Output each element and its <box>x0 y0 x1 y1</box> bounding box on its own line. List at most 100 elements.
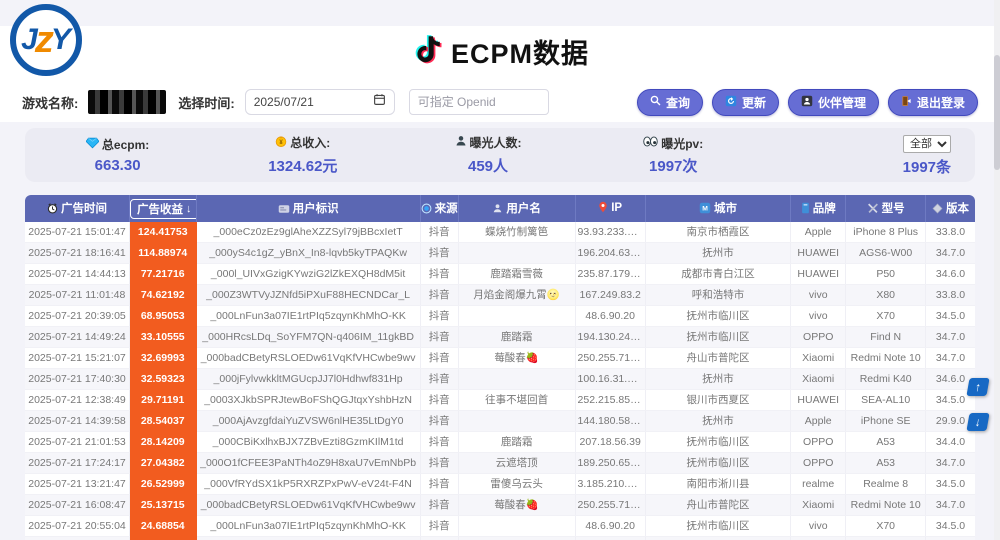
cell-brand: realme <box>791 474 846 495</box>
date-input[interactable]: 2025/07/21 <box>245 89 395 115</box>
cell-source: 抖音 <box>420 537 458 540</box>
column-header-ad_revenue[interactable]: 广告收益↓ <box>130 195 197 222</box>
cell-model: A53 <box>846 453 926 474</box>
table-row: 2025-07-21 17:24:1727.04382_000O1fCFEE3P… <box>25 453 975 474</box>
cell-ad_time: 2025-07-21 13:21:47 <box>25 474 130 495</box>
cell-version: 34.5.0 <box>926 306 975 327</box>
cell-username: 云遮塔顶 <box>458 453 575 474</box>
cell-ad_revenue: 25.13715 <box>130 495 197 516</box>
range-select[interactable]: 全部 <box>903 135 951 153</box>
table-row: 2025-07-21 13:21:4726.52999_000VfRYdSX1k… <box>25 474 975 495</box>
logout-button[interactable]: 退出登录 <box>888 89 978 116</box>
source-icon <box>421 203 432 217</box>
page-title-wrap: ECPM数据 <box>0 32 1000 71</box>
cell-brand: Apple <box>791 411 846 432</box>
cell-city: 抚州市临川区 <box>645 306 790 327</box>
cell-version: 34.6.0 <box>926 264 975 285</box>
jzy-logo: J z Y <box>10 4 82 76</box>
cell-ip: 235.87.179.109 <box>575 264 645 285</box>
cell-username <box>458 243 575 264</box>
column-label: IP <box>611 202 622 214</box>
cell-ad_time: 2025-07-21 21:01:53 <box>25 432 130 453</box>
revenue-sort-control[interactable]: 广告收益↓ <box>130 199 196 219</box>
refresh-button[interactable]: 更新 <box>712 89 779 116</box>
cell-ad_time: 2025-07-21 15:53:20 <box>25 537 130 540</box>
cell-brand: OPPO <box>791 453 846 474</box>
cell-source: 抖音 <box>420 432 458 453</box>
cell-model: AGS6-W00 <box>846 243 926 264</box>
cell-ip: 196.204.63.48 <box>575 243 645 264</box>
cell-ad_revenue: 29.71191 <box>130 390 197 411</box>
scroll-bottom-button[interactable]: ↓ <box>966 413 989 431</box>
cell-version: 34.7.0 <box>926 327 975 348</box>
stat-value: 663.30 <box>25 157 210 174</box>
cell-username: 雷傻乌云头 <box>458 474 575 495</box>
cell-model: Realme 8 <box>846 474 926 495</box>
openid-input[interactable] <box>409 89 549 115</box>
table-row: 2025-07-21 18:16:41114.88974_000yS4c1gZ_… <box>25 243 975 264</box>
table-body: 2025-07-21 15:01:47124.41753_000eCz0zEz9… <box>25 222 975 540</box>
column-header-username: 用户名 <box>458 195 575 222</box>
page-scrollbar[interactable] <box>994 0 1000 540</box>
table-row: 2025-07-21 14:49:2433.10555_000HRcsLDq_S… <box>25 327 975 348</box>
cell-model: SEA-AL10 <box>846 390 926 411</box>
partner-manage-button[interactable]: 伙伴管理 <box>788 89 879 116</box>
gem-icon <box>86 137 99 152</box>
query-button[interactable]: 查询 <box>637 89 703 116</box>
cell-source: 抖音 <box>420 327 458 348</box>
clock-icon <box>47 203 58 217</box>
cell-ip: 167.249.83.2 <box>575 285 645 306</box>
cell-source: 抖音 <box>420 474 458 495</box>
column-label: 广告时间 <box>61 203 107 215</box>
cell-user_id: _000LnFun3a07IE1rtPIq5zqynKhMhO-KK <box>196 516 420 537</box>
cell-ad_time: 2025-07-21 20:55:04 <box>25 516 130 537</box>
cell-version: 34.7.0 <box>926 495 975 516</box>
cell-ad_time: 2025-07-21 14:49:24 <box>25 327 130 348</box>
cell-ip: 250.255.71.44 <box>575 537 645 540</box>
cell-ip: 48.6.90.20 <box>575 306 645 327</box>
cell-user_id: _000l_UIVxGzigKYwziG2lZkEXQH8dM5it <box>196 264 420 285</box>
cell-ad_revenue: 77.21716 <box>130 264 197 285</box>
cell-version: 34.5.0 <box>926 516 975 537</box>
logout-icon <box>901 95 912 110</box>
query-button-label: 查询 <box>666 94 690 111</box>
tiktok-note-icon <box>411 32 445 71</box>
cell-city: 抚州市临川区 <box>645 453 790 474</box>
user-icon <box>492 203 503 217</box>
cell-user_id: _000O1fCFEE3PaNTh4oZ9H8xaU7vEmNbPb <box>196 453 420 474</box>
money-icon: ¥ <box>275 135 287 150</box>
stat-exposure-pv: 曝光pv: 1997次 <box>581 134 766 176</box>
stat-total-revenue: ¥ 总收入: 1324.62元 <box>210 134 395 176</box>
game-name-redacted <box>88 90 166 114</box>
cell-ad_revenue: 27.04382 <box>130 453 197 474</box>
cell-user_id: _000AjAvzgfdaiYuZVSW6nlHE35LtDgY0 <box>196 411 420 432</box>
cell-brand: vivo <box>791 285 846 306</box>
cell-ip: 100.16.31.126 <box>575 369 645 390</box>
cell-user_id: _000jFylvwkkltMGUcpJJ7l0Hdhwf831Hp <box>196 369 420 390</box>
stat-label: 曝光pv: <box>661 135 703 152</box>
cell-model: iPhone SE <box>846 411 926 432</box>
stats-bar: 总ecpm: 663.30 ¥ 总收入: 1324.62元 曝光人数: 459人… <box>25 128 975 182</box>
column-label: 用户标识 <box>293 203 339 215</box>
cell-ip: 93.93.233.121 <box>575 222 645 243</box>
cell-model: X70 <box>846 306 926 327</box>
table-row: 2025-07-21 17:40:3032.59323_000jFylvwkkl… <box>25 369 975 390</box>
cell-ad_time: 2025-07-21 20:39:05 <box>25 306 130 327</box>
cell-ad_time: 2025-07-21 16:08:47 <box>25 495 130 516</box>
table-row: 2025-07-21 20:55:0424.68854_000LnFun3a07… <box>25 516 975 537</box>
column-label: 型号 <box>882 203 905 215</box>
cell-user_id: _000VfRYdSX1kP5RXRZPxPwV-eV24t-F4N <box>196 474 420 495</box>
cell-brand: Xiaomi <box>791 537 846 540</box>
scroll-top-button[interactable]: ↑ <box>966 378 989 396</box>
column-label: 广告收益 <box>137 201 183 217</box>
calendar-icon[interactable] <box>373 93 386 111</box>
scrollbar-thumb[interactable] <box>994 55 1000 170</box>
column-header-ip: IP <box>575 195 645 222</box>
eyes-icon <box>643 136 658 150</box>
cell-city: 舟山市普陀区 <box>645 495 790 516</box>
column-header-source: 来源 <box>420 195 458 222</box>
cell-brand: Apple <box>791 222 846 243</box>
cell-ad_revenue: 28.14209 <box>130 432 197 453</box>
time-label: 选择时间: <box>178 93 234 112</box>
cell-ad_time: 2025-07-21 14:39:58 <box>25 411 130 432</box>
